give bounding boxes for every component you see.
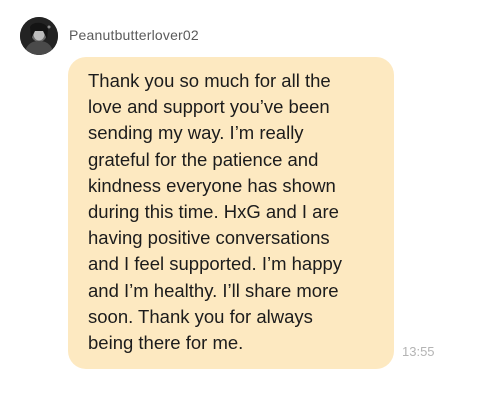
message-text: Thank you so much for all the love and s… <box>88 70 343 354</box>
sender-username[interactable]: Peanutbutterlover02 <box>69 27 199 43</box>
message-row: Thank you so much for all the love and s… <box>68 57 435 370</box>
chat-view: Peanutbutterlover02 Thank you so much fo… <box>0 0 482 400</box>
message-bubble[interactable]: Thank you so much for all the love and s… <box>68 57 394 370</box>
avatar[interactable] <box>20 17 58 55</box>
profile-photo-icon <box>20 17 58 55</box>
message-header: Peanutbutterlover02 <box>20 17 199 55</box>
message-timestamp: 13:55 <box>402 344 435 360</box>
